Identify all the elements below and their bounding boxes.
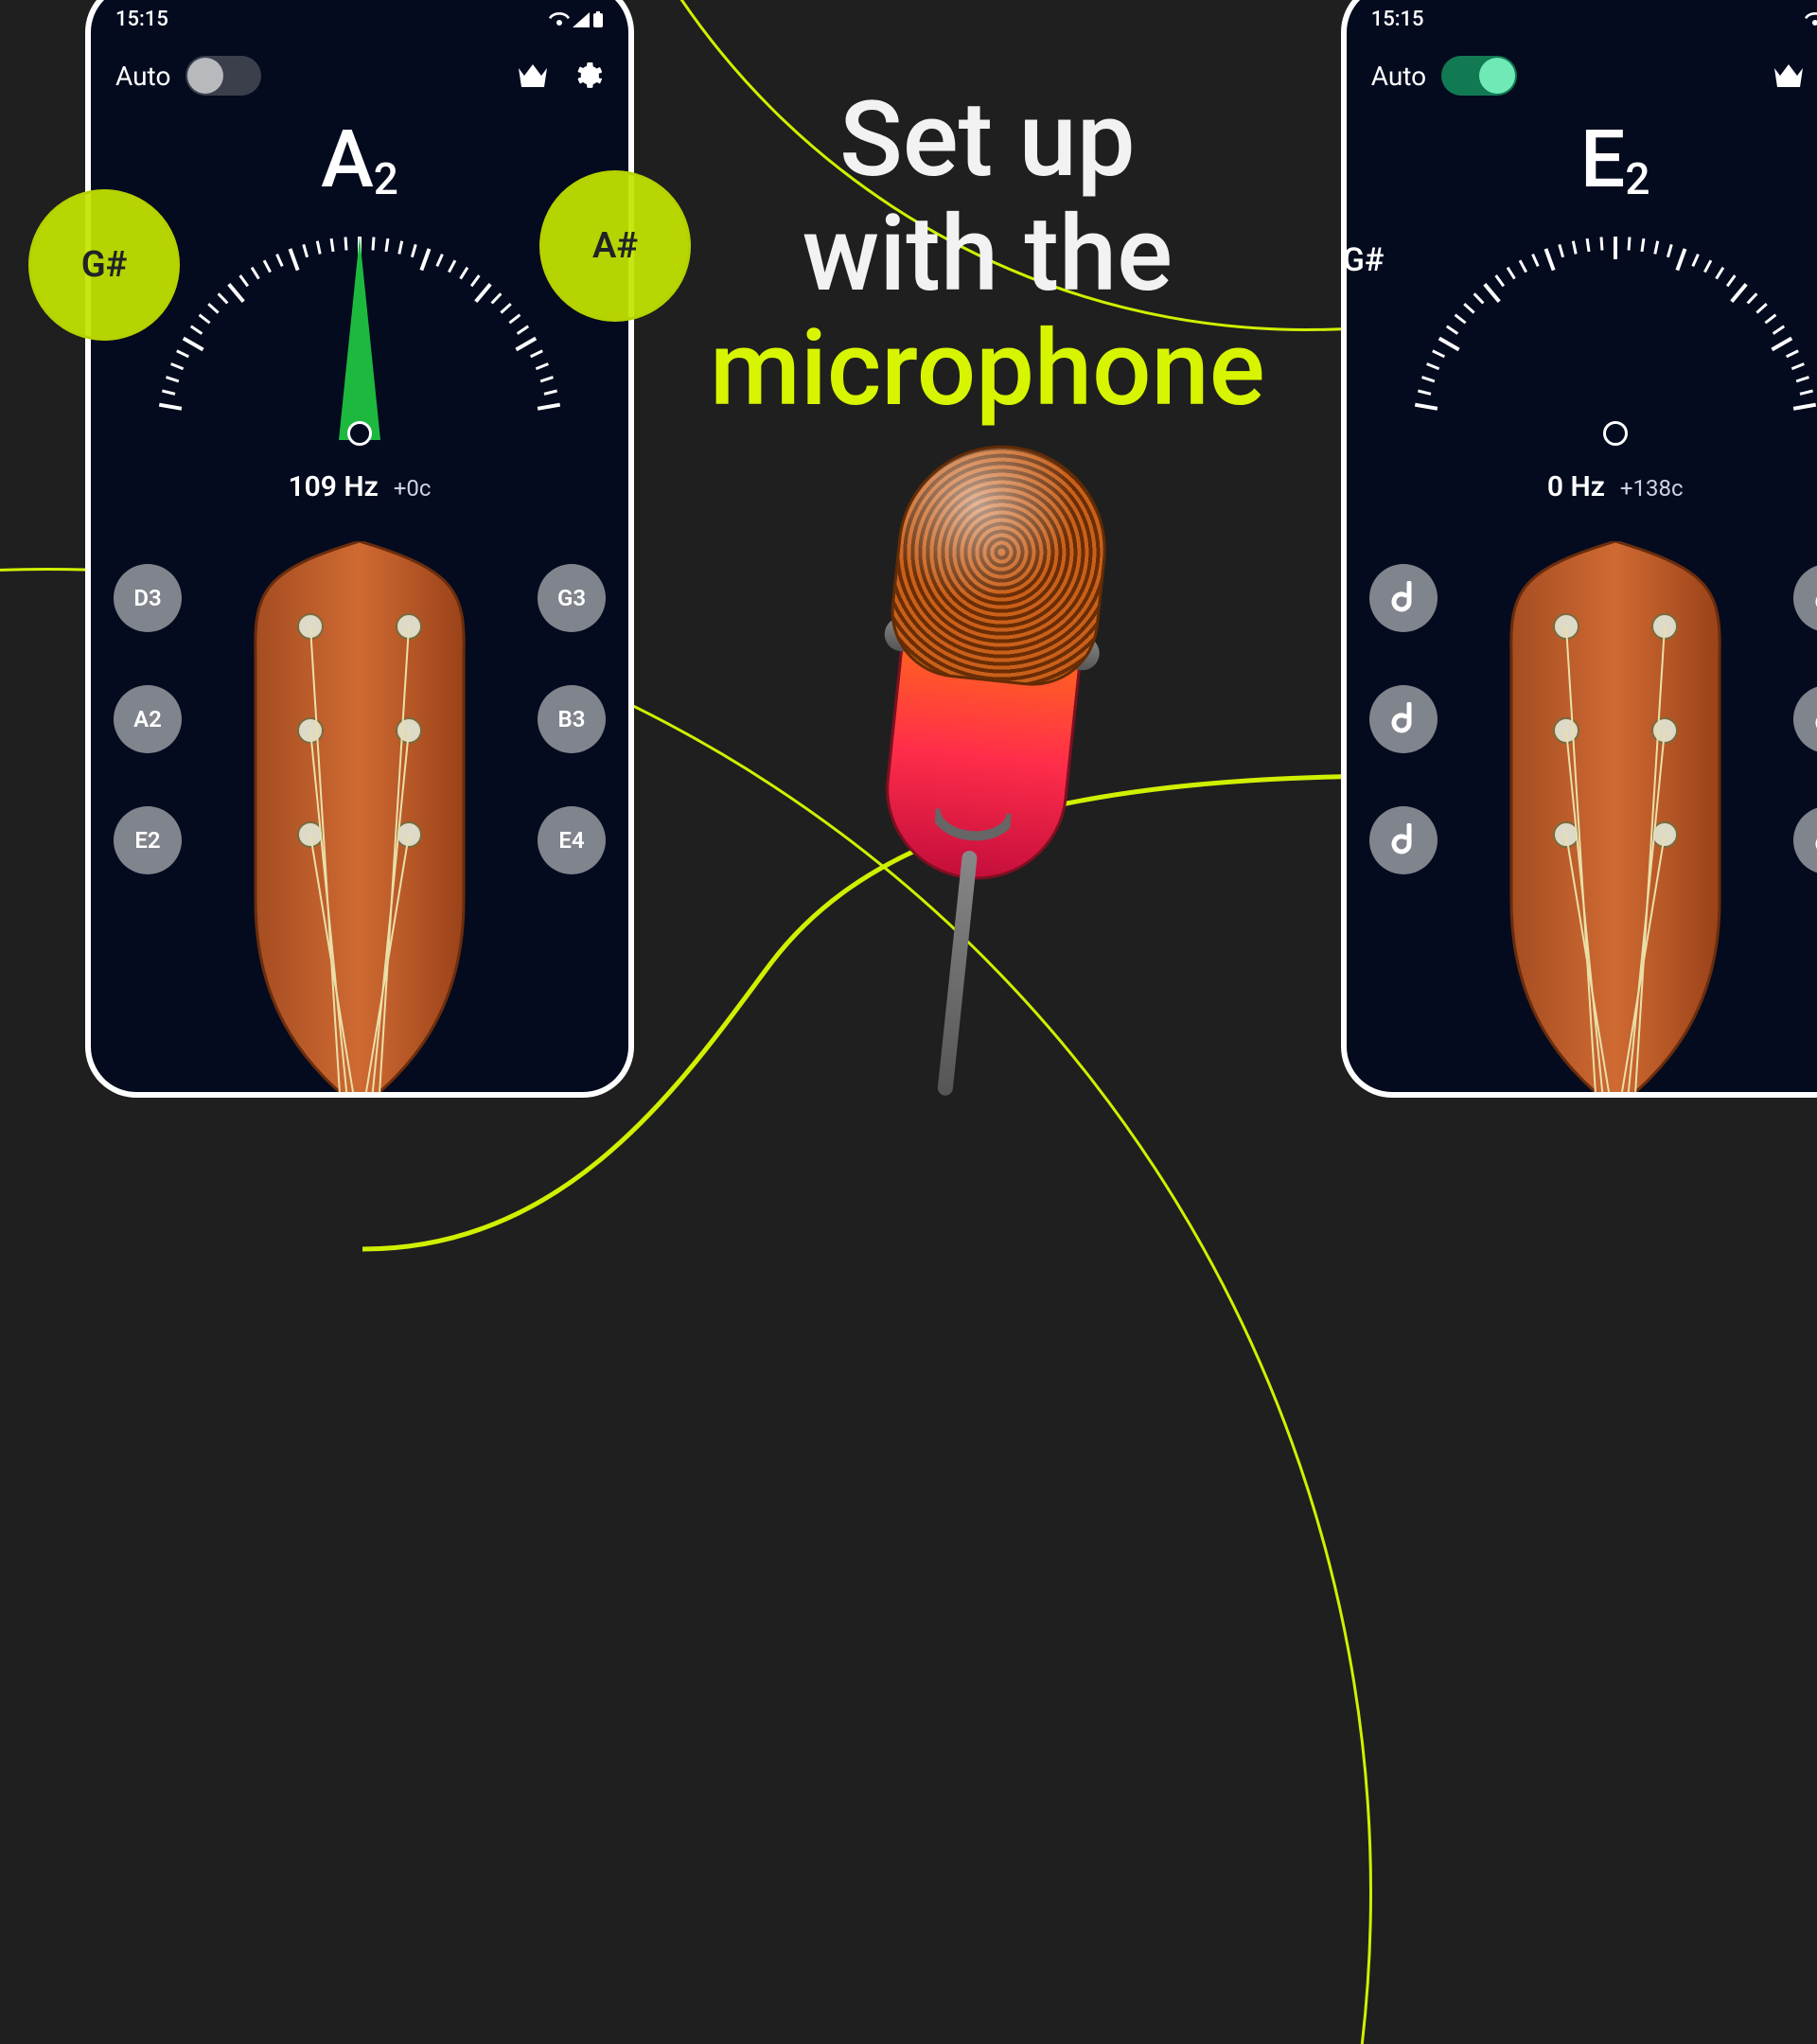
gear-icon[interactable]	[573, 61, 604, 91]
target-note: A2	[95, 120, 625, 205]
string-button[interactable]	[1369, 806, 1438, 874]
auto-label: Auto	[115, 61, 170, 92]
clock: 15:15	[1371, 8, 1424, 31]
pivot	[347, 421, 372, 446]
auto-toggle[interactable]	[1441, 56, 1517, 96]
note-bubble-asharp: A#	[539, 170, 691, 322]
frequency-readout: 0 Hz	[1547, 470, 1605, 503]
string-button-b3[interactable]: B3	[538, 685, 606, 753]
clock: 15:15	[115, 8, 168, 31]
string-button-g3[interactable]: G3	[538, 564, 606, 632]
status-bar: 15:15	[95, 8, 625, 39]
cents-readout: +138c	[1620, 475, 1684, 502]
string-button[interactable]	[1793, 806, 1817, 874]
auto-label: Auto	[1371, 61, 1426, 92]
string-button-e2[interactable]: E2	[114, 806, 182, 874]
microphone-illustration	[830, 432, 1145, 948]
string-button[interactable]	[1369, 564, 1438, 632]
needle	[339, 237, 380, 440]
note-bubble-gsharp: G#	[28, 189, 180, 341]
status-icons	[549, 11, 604, 28]
crown-icon[interactable]	[517, 62, 549, 89]
crown-icon[interactable]	[1773, 62, 1805, 89]
target-note: E2	[1350, 120, 1817, 205]
phone-mock-right: 15:15 Auto	[1341, 0, 1817, 1098]
string-button[interactable]	[1793, 685, 1817, 753]
string-button-d3[interactable]: D3	[114, 564, 182, 632]
tuning-meter: G# A#	[1350, 215, 1817, 451]
cents-readout: +0c	[394, 475, 432, 502]
string-button-e4[interactable]: E4	[538, 806, 606, 874]
auto-toggle[interactable]	[185, 56, 261, 96]
string-button-a2[interactable]: A2	[114, 685, 182, 753]
string-button[interactable]	[1793, 564, 1817, 632]
headline: Set up with the microphone	[710, 82, 1265, 426]
string-button[interactable]	[1369, 685, 1438, 753]
frequency-readout: 109 Hz	[289, 470, 379, 503]
status-bar: 15:15	[1350, 8, 1817, 39]
pivot	[1603, 421, 1628, 446]
status-icons	[1805, 11, 1817, 28]
phone-mock-left: 15:15 Auto	[85, 0, 634, 1098]
